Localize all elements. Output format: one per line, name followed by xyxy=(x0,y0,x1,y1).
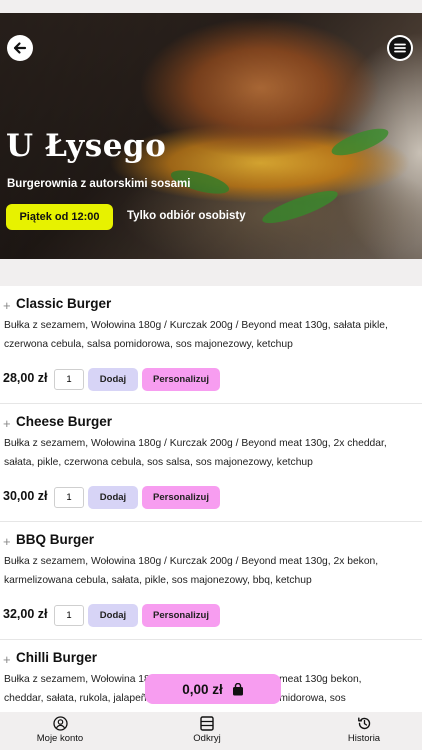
expand-plus-icon[interactable]: + xyxy=(3,652,11,667)
item-description: Bułka z sezamem, Wołowina 180g / Kurczak… xyxy=(4,316,418,354)
add-button[interactable]: Dodaj xyxy=(88,368,138,391)
item-price: 32,00 zł xyxy=(3,607,48,621)
menu-list-icon xyxy=(200,716,214,731)
user-circle-icon xyxy=(52,716,68,731)
nav-item-history[interactable]: Historia xyxy=(266,712,422,750)
hamburger-menu-icon xyxy=(389,37,411,59)
expand-plus-icon[interactable]: + xyxy=(3,534,11,549)
restaurant-title: U Łysego xyxy=(6,128,167,164)
quantity-input[interactable] xyxy=(54,605,84,626)
cart-total: 0,00 zł xyxy=(182,681,223,697)
pickup-info: Tylko odbiór osobisty xyxy=(127,210,246,222)
quantity-input[interactable] xyxy=(54,369,84,390)
item-description-line: Bułka z sezamem, Wołowina 180g / Kurczak… xyxy=(4,438,387,449)
customize-button[interactable]: Personalizuj xyxy=(142,604,220,627)
back-button[interactable] xyxy=(7,35,33,61)
section-divider xyxy=(0,259,422,286)
quantity-input[interactable] xyxy=(54,487,84,508)
menu-item: + Classic Burger Bułka z sezamem, Wołowi… xyxy=(0,286,422,404)
item-price: 28,00 zł xyxy=(3,371,48,385)
status-strip xyxy=(0,0,422,13)
nav-label: Historia xyxy=(347,733,381,744)
nav-label: Moje konto xyxy=(36,733,84,744)
nav-item-account-content: Moje konto xyxy=(30,716,90,744)
add-button[interactable]: Dodaj xyxy=(88,486,138,509)
menu-item: + Cheese Burger Bułka z sezamem, Wołowin… xyxy=(0,404,422,522)
expand-plus-icon[interactable]: + xyxy=(3,298,11,313)
item-name: Chilli Burger xyxy=(16,650,98,665)
restaurant-subtitle: Burgerownia z autorskimi sosami xyxy=(7,178,191,190)
history-icon xyxy=(357,717,370,730)
nav-item-account[interactable]: Moje konto xyxy=(0,712,148,750)
nav-item-history-content: Historia xyxy=(344,716,384,744)
add-button[interactable]: Dodaj xyxy=(88,604,138,627)
nav-label: Odkryj xyxy=(193,733,221,744)
item-description-line: sałata, pikle, czerwona cebula, sos sals… xyxy=(4,457,313,468)
cart-button[interactable]: 0,00 zł xyxy=(145,674,281,704)
customize-button[interactable]: Personalizuj xyxy=(142,368,220,391)
item-description-line: czerwona cebula, salsa pomidorowa, sos m… xyxy=(4,339,293,350)
expand-plus-icon[interactable]: + xyxy=(3,416,11,431)
item-name: Classic Burger xyxy=(16,296,112,311)
item-name: BBQ Burger xyxy=(16,532,95,547)
menu-button[interactable] xyxy=(387,35,413,61)
item-description-line: Bułka z sezamem, Wołowina 180g / Kurczak… xyxy=(4,320,388,331)
item-description: Bułka z sezamem, Wołowina 180g / Kurczak… xyxy=(4,552,418,590)
bottom-navigation: Moje konto Odkryj Historia xyxy=(0,712,422,750)
item-description-line: Bułka z sezamem, Wołowina 180g / Kurczak… xyxy=(4,556,379,567)
menu-item: + BBQ Burger Bułka z sezamem, Wołowina 1… xyxy=(0,522,422,640)
arrow-left-icon xyxy=(13,42,27,54)
item-price: 30,00 zł xyxy=(3,489,48,503)
item-description-line: karmelizowana cebula, sałata, pikle, sos… xyxy=(4,575,312,586)
nav-item-discover[interactable]: Odkryj xyxy=(148,712,266,750)
customize-button[interactable]: Personalizuj xyxy=(142,486,220,509)
item-name: Cheese Burger xyxy=(16,414,113,429)
shopping-bag-icon xyxy=(232,682,243,695)
item-description: Bułka z sezamem, Wołowina 180g / Kurczak… xyxy=(4,434,418,472)
opening-day-badge[interactable]: Piątek od 12:00 xyxy=(6,204,113,230)
